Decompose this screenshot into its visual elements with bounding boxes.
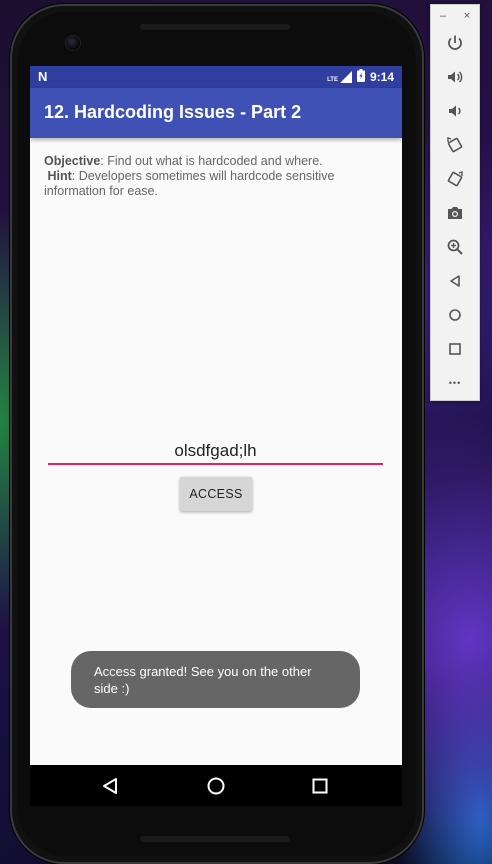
recents-icon (312, 778, 328, 793)
status-icons: LTE 9:14 (327, 69, 394, 85)
power-button[interactable] (440, 29, 470, 57)
navigation-bar (30, 765, 402, 806)
objective-label: Objective (44, 154, 101, 168)
camera-icon (448, 207, 462, 219)
instructions: Objective: Find out what is hardcoded an… (44, 154, 384, 199)
volume-down-button[interactable] (440, 97, 470, 125)
toolbar-window-controls: – × (431, 5, 479, 27)
lte-label: LTE (327, 77, 338, 83)
page-title: 12. Hardcoding Issues - Part 2 (44, 102, 302, 122)
bottom-speaker (140, 836, 290, 842)
top-speaker (140, 24, 290, 30)
volume-up-button[interactable] (440, 63, 470, 91)
nav-home-button[interactable] (191, 765, 241, 806)
rotate-left-button[interactable] (440, 131, 470, 159)
password-input[interactable] (48, 438, 383, 464)
front-camera-icon (66, 36, 80, 50)
back-icon (103, 777, 117, 794)
device-screen: N LTE 9:14 12. Hardcoding Issues - Part … (30, 66, 402, 806)
home-icon (449, 309, 461, 321)
hint-line: Hint: Developers sometimes will hardcode… (44, 169, 384, 199)
minimize-button[interactable]: – (440, 10, 446, 22)
objective-line: Objective: Find out what is hardcoded an… (44, 154, 384, 169)
access-button[interactable]: ACCESS (180, 477, 252, 511)
close-button[interactable]: × (464, 10, 470, 22)
emulator-toolbar: – × ••• (430, 4, 480, 401)
rotate-right-button[interactable] (440, 165, 470, 193)
password-field-wrapper (48, 438, 383, 466)
android-n-icon: N (38, 69, 48, 84)
more-button[interactable]: ••• (440, 369, 470, 397)
home-icon (207, 777, 225, 794)
toast-message: Access granted! See you on the other sid… (71, 651, 360, 708)
zoom-button[interactable] (440, 233, 470, 261)
overview-icon (449, 343, 461, 355)
zoom-icon (447, 239, 463, 255)
toolbar-back-button[interactable] (440, 267, 470, 295)
toolbar-overview-button[interactable] (440, 335, 470, 363)
input-underline (48, 463, 383, 465)
status-bar: N LTE 9:14 (30, 66, 402, 88)
nav-back-button[interactable] (85, 765, 135, 806)
lte-signal-icon: LTE (327, 71, 352, 83)
battery-icon (356, 69, 365, 85)
toolbar-home-button[interactable] (440, 301, 470, 329)
rotate-left-icon (447, 137, 463, 153)
rotate-right-icon (447, 171, 463, 187)
back-icon (450, 275, 460, 287)
hint-text: : Developers sometimes will hardcode sen… (44, 169, 335, 198)
screenshot-button[interactable] (440, 199, 470, 227)
clock: 9:14 (369, 70, 394, 84)
volume-up-icon (448, 71, 463, 83)
power-icon (448, 35, 462, 50)
hint-label: Hint (47, 169, 72, 183)
objective-text: : Find out what is hardcoded and where. (100, 154, 323, 168)
nav-recents-button[interactable] (295, 765, 345, 806)
app-bar: 12. Hardcoding Issues - Part 2 (30, 88, 402, 138)
volume-down-icon (449, 105, 461, 117)
